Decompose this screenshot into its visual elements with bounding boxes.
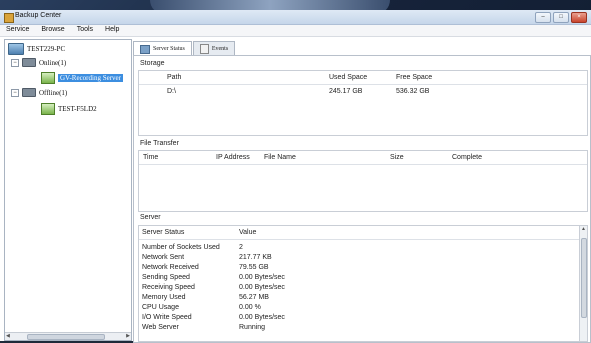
- table-row[interactable]: Number of Sockets Used 2: [139, 243, 587, 253]
- stat-name: Network Received: [142, 264, 199, 271]
- server-header: Server Status Value: [139, 228, 587, 238]
- tab-label: Events: [211, 45, 229, 52]
- stat-value: Running: [239, 324, 266, 331]
- path-cell: D:\: [167, 88, 176, 95]
- stat-value: 0.00 Bytes/sec: [239, 274, 285, 281]
- table-row[interactable]: Sending Speed 0.00 Bytes/sec: [139, 273, 587, 283]
- stat-name: Number of Sockets Used: [142, 244, 220, 251]
- stat-name: Sending Speed: [142, 274, 190, 281]
- stat-name: Receiving Speed: [142, 284, 195, 291]
- column-header[interactable]: File Name: [264, 154, 296, 161]
- online-label: Online(1): [39, 58, 67, 67]
- scroll-left-icon[interactable]: ◀: [6, 333, 10, 339]
- server-table: Server Status Value Number of Sockets Us…: [138, 225, 588, 342]
- window-title: Backup Center: [15, 12, 62, 19]
- tree-online-server[interactable]: GV-Recording Server: [41, 72, 123, 84]
- close-button[interactable]: ×: [571, 12, 587, 23]
- tab-events[interactable]: Events: [192, 41, 236, 55]
- stat-name: Web Server: [142, 324, 179, 331]
- stat-value: 2: [239, 244, 243, 251]
- tab-strip: Server Status Events: [133, 41, 236, 56]
- column-header[interactable]: Value: [239, 229, 256, 236]
- divider: [139, 84, 587, 85]
- network-icon: [22, 88, 36, 97]
- menu-browse[interactable]: Browse: [35, 25, 70, 36]
- divider: [139, 239, 587, 240]
- online-server-label: GV-Recording Server: [58, 74, 123, 82]
- scrollbar-thumb[interactable]: [27, 334, 105, 340]
- title-bar[interactable]: Backup Center – □ ×: [0, 10, 591, 25]
- stat-value: 217.77 KB: [239, 254, 272, 261]
- table-row[interactable]: Network Sent 217.77 KB: [139, 253, 587, 263]
- file-transfer-label: File Transfer: [140, 140, 179, 147]
- column-header[interactable]: IP Address: [216, 154, 250, 161]
- tree-online-group[interactable]: − Online(1): [11, 58, 66, 67]
- divider: [139, 164, 587, 165]
- table-row[interactable]: CPU Usage 0.00 %: [139, 303, 587, 313]
- menu-service[interactable]: Service: [0, 25, 35, 36]
- tree-horizontal-scrollbar[interactable]: ◀ ▶: [5, 332, 131, 340]
- offline-server-label: TEST-F5LD2: [58, 105, 97, 113]
- server-label: Server: [140, 214, 161, 221]
- table-row[interactable]: D:\ 245.17 GB 536.32 GB: [139, 87, 587, 97]
- stat-value: 0.00 Bytes/sec: [239, 284, 285, 291]
- file-transfer-header: Time IP Address File Name Size Complete: [139, 153, 587, 163]
- scroll-up-icon[interactable]: ▲: [581, 226, 586, 232]
- collapse-icon[interactable]: −: [11, 88, 19, 97]
- stat-value: 79.55 GB: [239, 264, 269, 271]
- stat-value: 0.00 %: [239, 304, 261, 311]
- menu-tools[interactable]: Tools: [71, 25, 99, 36]
- column-header[interactable]: Time: [143, 154, 158, 161]
- table-row[interactable]: I/O Write Speed 0.00 Bytes/sec: [139, 313, 587, 323]
- stat-value: 56.27 MB: [239, 294, 269, 301]
- app-icon: [4, 13, 14, 23]
- table-row[interactable]: Receiving Speed 0.00 Bytes/sec: [139, 283, 587, 293]
- minimize-button[interactable]: –: [535, 12, 551, 23]
- menu-help[interactable]: Help: [99, 25, 125, 36]
- network-icon: [22, 58, 36, 67]
- free-space-cell: 536.32 GB: [396, 88, 430, 95]
- tree-offline-group[interactable]: − Offline(1): [11, 88, 67, 97]
- stat-value: 0.00 Bytes/sec: [239, 314, 285, 321]
- stat-name: I/O Write Speed: [142, 314, 192, 321]
- column-header[interactable]: Path: [167, 74, 181, 81]
- column-header[interactable]: Used Space: [329, 74, 367, 81]
- stat-name: Network Sent: [142, 254, 185, 261]
- maximize-button[interactable]: □: [553, 12, 569, 23]
- server-status-icon: [140, 44, 150, 54]
- server-icon: [41, 103, 55, 115]
- stat-name: Memory Used: [142, 294, 186, 301]
- table-row[interactable]: Network Received 79.55 GB: [139, 263, 587, 273]
- column-header[interactable]: Server Status: [142, 229, 184, 236]
- column-header[interactable]: Free Space: [396, 74, 432, 81]
- tree-root-label: TEST229-PC: [27, 45, 66, 53]
- tab-server-status[interactable]: Server Status: [133, 41, 192, 56]
- file-transfer-table: Time IP Address File Name Size Complete: [138, 150, 588, 212]
- tree-root[interactable]: TEST229-PC: [8, 43, 65, 55]
- computer-icon: [8, 43, 24, 55]
- table-row[interactable]: Web Server Running: [139, 323, 587, 333]
- tree-offline-server[interactable]: TEST-F5LD2: [41, 103, 97, 115]
- storage-label: Storage: [140, 60, 165, 67]
- column-header[interactable]: Complete: [452, 154, 482, 161]
- collapse-icon[interactable]: −: [11, 58, 19, 67]
- scrollbar-thumb[interactable]: [581, 238, 587, 318]
- tab-label: Server Status: [153, 46, 185, 52]
- used-space-cell: 245.17 GB: [329, 88, 363, 95]
- server-status-panel: Storage Path Used Space Free Space D:\ 2…: [133, 55, 591, 343]
- events-icon: [199, 43, 209, 54]
- column-header[interactable]: Size: [390, 154, 404, 161]
- offline-label: Offline(1): [39, 88, 68, 97]
- server-tree[interactable]: TEST229-PC − Online(1) GV-Recording Serv…: [4, 39, 132, 341]
- table-row[interactable]: Memory Used 56.27 MB: [139, 293, 587, 303]
- backup-center-window: Backup Center – □ × Service Browse Tools…: [0, 10, 591, 343]
- stat-name: CPU Usage: [142, 304, 179, 311]
- menu-bar: Service Browse Tools Help: [0, 25, 591, 37]
- server-icon: [41, 72, 55, 84]
- scroll-right-icon[interactable]: ▶: [126, 333, 130, 339]
- storage-table: Path Used Space Free Space D:\ 245.17 GB…: [138, 70, 588, 136]
- server-vertical-scrollbar[interactable]: ▲: [579, 226, 587, 341]
- storage-header: Path Used Space Free Space: [139, 73, 587, 83]
